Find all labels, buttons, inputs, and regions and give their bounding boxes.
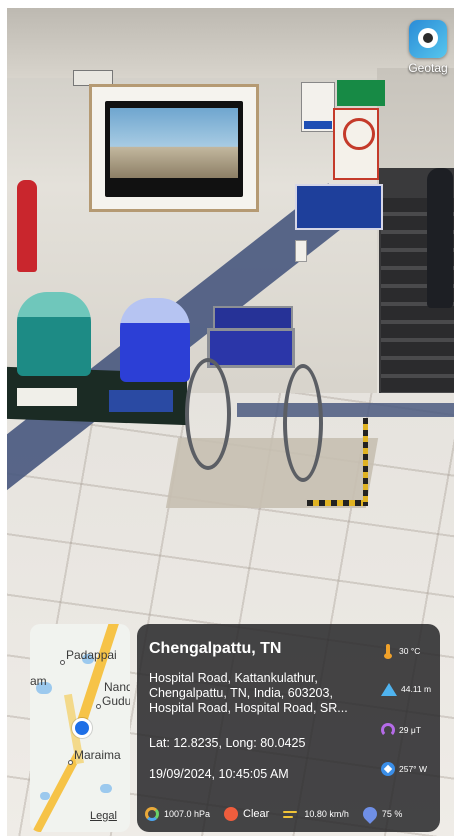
map-label-am: am: [30, 674, 47, 688]
weather-stat: Clear: [224, 807, 269, 821]
sun-icon: [224, 807, 239, 821]
lat-long-text: Lat: 12.8235, Long: 80.0425: [149, 736, 306, 750]
camera-screen: Geotag Padappai am Nand Gudu Maraima Leg…: [0, 0, 456, 836]
address-text: Hospital Road, Kattankulathur, Chengalpa…: [149, 671, 348, 715]
map-label-maraima: Maraima: [74, 748, 121, 762]
photo-sign-s1: [337, 80, 385, 106]
photo-wheelchair-seat: [207, 328, 295, 368]
datetime-text: 19/09/2024, 10:45:05 AM: [149, 767, 289, 781]
photo-hazard-tape: [307, 500, 367, 506]
map-place-dot: [96, 704, 101, 709]
location-pin-icon: [72, 718, 92, 738]
map-label-padappai: Padappai: [66, 648, 117, 662]
location-title: Chengalpattu, TN: [149, 640, 282, 657]
photo-person: [427, 168, 453, 308]
map-place-dot: [68, 760, 73, 765]
photo-tv-screen: [110, 108, 238, 178]
photo-bin-green: [17, 292, 91, 376]
photo-bin-blue: [120, 298, 190, 382]
pressure-value: 1007.0 hPa: [164, 809, 211, 819]
humidity-value: 75 %: [381, 809, 403, 819]
photo-sign-admissions: [295, 184, 383, 230]
temperature-stat: 30 °C: [381, 642, 420, 660]
photo-bin-label: [17, 388, 77, 406]
photo-hazard-tape: [363, 418, 368, 506]
humidity-stat: 75 %: [359, 804, 403, 824]
gauge-icon: [145, 807, 159, 821]
direction-value: 257° W: [399, 764, 427, 774]
magnetic-value: 29 μT: [399, 725, 421, 735]
magnet-icon: [381, 723, 395, 737]
weather-value: Clear: [243, 808, 270, 820]
temperature-value: 30 °C: [399, 646, 421, 656]
wind-value: 10.80 km/h: [304, 809, 349, 819]
altitude-value: 44.11 m: [401, 684, 432, 694]
mini-map[interactable]: Padappai am Nand Gudu Maraima Legal: [30, 624, 130, 832]
photo-wheelchair-wheel: [283, 364, 323, 482]
bottom-stats-row: 1007.0 hPa Clear 10.80 km/h 75 %: [145, 804, 435, 824]
wind-icon: [283, 808, 299, 820]
thermometer-icon: [381, 644, 395, 659]
map-legal-link[interactable]: Legal: [90, 810, 117, 822]
map-place-dot: [60, 660, 65, 665]
map-label-nand: Nand: [104, 680, 130, 694]
photo-bin-label: [109, 390, 173, 412]
map-label-gudu: Gudu: [102, 694, 130, 708]
map-water: [40, 792, 50, 800]
geotag-info-panel: Chengalpattu, TN Hospital Road, Kattanku…: [137, 624, 440, 832]
humidity-icon: [359, 804, 380, 824]
magnetic-stat: 29 μT: [381, 721, 421, 739]
photo-wheelchair-wheel: [185, 358, 231, 470]
photo-sign-no-smoking: [333, 108, 379, 180]
mountain-icon: [381, 682, 397, 696]
wind-stat: 10.80 km/h: [283, 808, 349, 820]
app-badge[interactable]: Geotag: [402, 20, 454, 86]
photo-floor-stripe: [237, 403, 454, 417]
app-name: Geotag: [408, 61, 448, 75]
map-water: [100, 784, 112, 793]
altitude-stat: 44.11 m: [381, 680, 431, 698]
compass-icon: [381, 762, 395, 776]
photo-wall-switch: [295, 240, 307, 262]
photo-sign-wheelchair: [301, 82, 335, 132]
camera-lens-icon: [409, 20, 447, 58]
pressure-stat: 1007.0 hPa: [145, 807, 210, 821]
direction-stat: 257° W: [381, 760, 427, 778]
photo-fire-extinguisher: [17, 180, 37, 272]
